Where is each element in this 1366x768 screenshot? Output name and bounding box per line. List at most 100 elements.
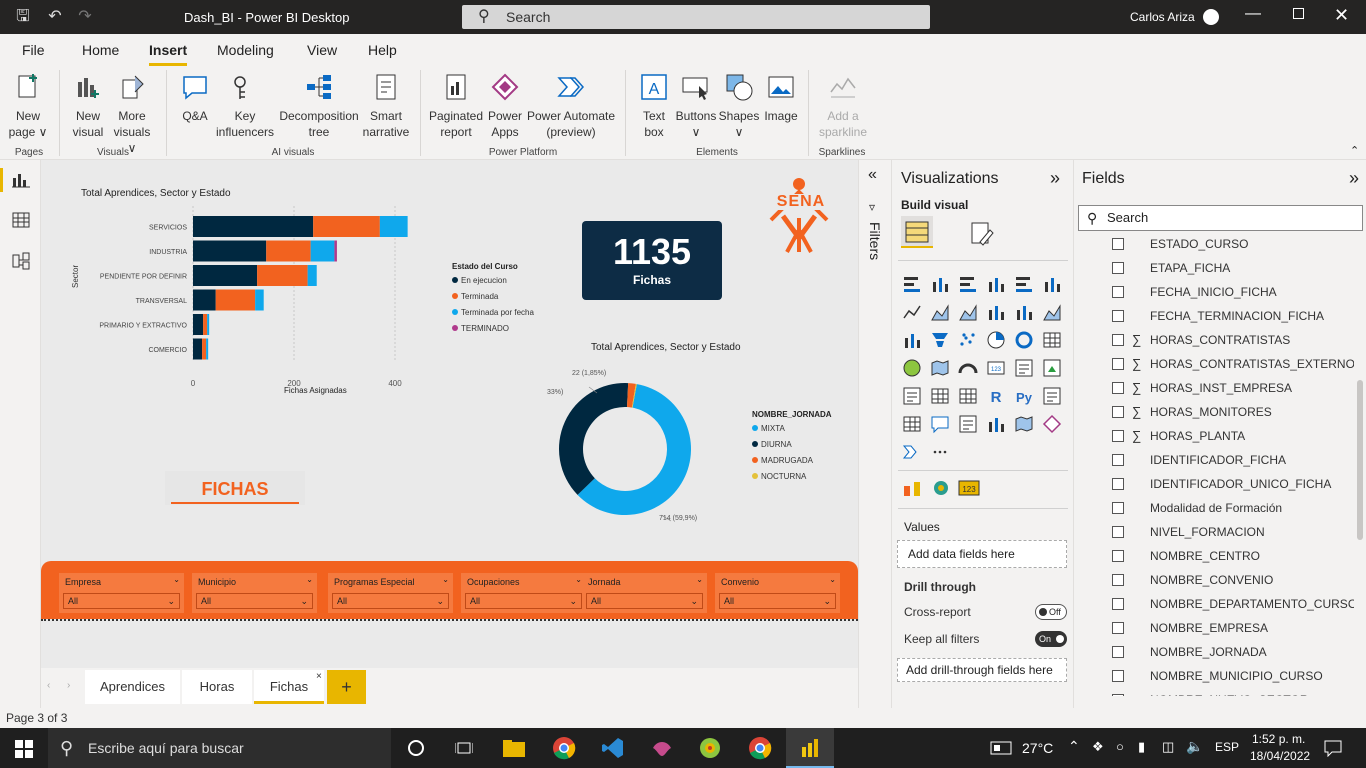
expand-filters-icon[interactable]: « bbox=[868, 166, 877, 184]
table-icon[interactable] bbox=[930, 386, 950, 406]
field-checkbox[interactable] bbox=[1112, 574, 1124, 586]
bar-segment[interactable] bbox=[193, 338, 203, 360]
smart-narrative-button[interactable]: Smart narrative bbox=[360, 72, 412, 140]
minimize-icon[interactable]: — bbox=[1245, 5, 1261, 23]
stacked-column-chart-icon[interactable] bbox=[930, 274, 950, 294]
tab-fichas[interactable]: Fichas × bbox=[254, 670, 324, 704]
stacked-area-chart-icon[interactable] bbox=[958, 302, 978, 322]
restore-icon[interactable] bbox=[1293, 8, 1304, 19]
line-clustered-column-icon[interactable] bbox=[1014, 302, 1034, 322]
field-item[interactable]: NOMBRE_EMPRESA bbox=[1074, 618, 1354, 640]
data-view-icon[interactable] bbox=[12, 212, 30, 228]
collapse-ribbon-icon[interactable]: ⌃ bbox=[1350, 144, 1359, 157]
tab-horas[interactable]: Horas bbox=[182, 670, 252, 704]
build-visual-tab[interactable] bbox=[901, 216, 933, 248]
taskbar-search[interactable]: ⚲ Escribe aquí para buscar bbox=[48, 728, 391, 768]
fields-scrollbar[interactable] bbox=[1357, 380, 1363, 540]
matrix-icon[interactable] bbox=[958, 386, 978, 406]
menu-insert[interactable]: Insert bbox=[149, 42, 188, 66]
field-item[interactable]: ∑ HORAS_CONTRATISTAS_EXTERNOS bbox=[1074, 354, 1354, 376]
bar-segment[interactable] bbox=[334, 240, 337, 262]
field-checkbox[interactable] bbox=[1112, 382, 1124, 394]
paginated-visual-icon[interactable] bbox=[986, 414, 1006, 434]
clustered-bar-chart-icon[interactable] bbox=[958, 274, 978, 294]
donut-slice[interactable] bbox=[559, 383, 629, 495]
bar-segment[interactable] bbox=[310, 240, 335, 262]
menu-help[interactable]: Help bbox=[368, 42, 397, 58]
menu-modeling[interactable]: Modeling bbox=[217, 42, 274, 58]
power-bi-taskbar-button[interactable] bbox=[786, 728, 834, 768]
slicer-dropdown[interactable]: All ⌄ bbox=[196, 593, 313, 609]
redo-icon[interactable]: ↷ bbox=[76, 8, 94, 26]
field-item[interactable]: IDENTIFICADOR_UNICO_FICHA bbox=[1074, 474, 1354, 496]
show-hidden-icons[interactable]: ⌃ bbox=[1068, 738, 1080, 755]
waterfall-chart-icon[interactable] bbox=[902, 330, 922, 350]
battery-icon[interactable]: ▮ bbox=[1138, 739, 1145, 755]
bar-segment[interactable] bbox=[313, 216, 380, 237]
more-visuals-icon[interactable] bbox=[930, 442, 950, 462]
bar-chart[interactable]: 0 200 400SERVICIOSINDUSTRIAPENDIENTE POR D… bbox=[81, 206, 461, 402]
custom-visual-icon[interactable] bbox=[930, 478, 952, 498]
text-box-button[interactable]: A Text box bbox=[636, 72, 672, 140]
report-view-icon[interactable] bbox=[12, 172, 30, 188]
kpi-icon[interactable] bbox=[1042, 358, 1062, 378]
field-item[interactable]: NOMBRE_JORNADA bbox=[1074, 642, 1354, 664]
cortana-icon[interactable] bbox=[408, 740, 424, 756]
field-item[interactable]: ∑ HORAS_MONITORES bbox=[1074, 402, 1354, 424]
paginated-report-button[interactable]: Paginated report bbox=[428, 72, 484, 140]
field-checkbox[interactable] bbox=[1112, 430, 1124, 442]
cross-report-toggle[interactable]: Off bbox=[1035, 604, 1067, 620]
bar-segment[interactable] bbox=[257, 265, 308, 286]
field-item[interactable]: ESTADO_CURSO bbox=[1074, 236, 1354, 256]
r-visual-icon[interactable]: R bbox=[986, 386, 1006, 406]
slicer-municipio[interactable]: Municipio ⌄ All ⌄ bbox=[192, 573, 317, 613]
bar-segment[interactable] bbox=[379, 216, 408, 237]
filled-map-icon[interactable] bbox=[930, 358, 950, 378]
funnel-chart-icon[interactable] bbox=[930, 330, 950, 350]
add-sparkline-button[interactable]: Add a sparkline bbox=[816, 72, 870, 140]
field-item[interactable]: NOMBRE_CENTRO bbox=[1074, 546, 1354, 568]
slicer-convenio[interactable]: Convenio ⌄ All ⌄ bbox=[715, 573, 840, 613]
image-button[interactable]: Image bbox=[762, 72, 800, 124]
field-item[interactable]: FECHA_INICIO_FICHA bbox=[1074, 282, 1354, 304]
field-item[interactable]: FECHA_TERMINACION_FICHA bbox=[1074, 306, 1354, 328]
tab-close-icon[interactable]: × bbox=[316, 660, 322, 694]
search-box[interactable]: ⚲ Search bbox=[462, 5, 930, 29]
meet-icon[interactable]: ○ bbox=[1116, 739, 1124, 754]
decomposition-tree-button[interactable]: Decomposition tree bbox=[277, 72, 361, 140]
field-checkbox[interactable] bbox=[1112, 310, 1124, 322]
kpi-card[interactable]: 1135 Fichas bbox=[582, 221, 722, 300]
temperature[interactable]: 27°C bbox=[1022, 740, 1053, 756]
slicer-empresa[interactable]: Empresa ⌄ All ⌄ bbox=[59, 573, 184, 613]
undo-icon[interactable]: ↶ bbox=[46, 8, 64, 26]
chrome-icon[interactable] bbox=[748, 736, 772, 760]
model-view-icon[interactable] bbox=[12, 252, 30, 270]
qna-button[interactable]: Q&A bbox=[176, 72, 214, 124]
report-canvas[interactable]: Total Aprendices, Sector y Estado Sector… bbox=[41, 160, 858, 668]
key-influencers-button[interactable]: Key influencers bbox=[214, 72, 276, 140]
avatar[interactable] bbox=[1203, 9, 1219, 25]
slicer-dropdown[interactable]: All ⌄ bbox=[586, 593, 703, 609]
field-checkbox[interactable] bbox=[1112, 526, 1124, 538]
keep-filters-toggle[interactable]: On bbox=[1035, 631, 1067, 647]
smart-narrative-icon[interactable] bbox=[958, 414, 978, 434]
format-visual-icon[interactable] bbox=[968, 220, 994, 248]
clustered-column-chart-icon[interactable] bbox=[986, 274, 1006, 294]
field-item[interactable]: NOMBRE_DEPARTAMENTO_CURSO bbox=[1074, 594, 1354, 616]
legend-item[interactable]: DIURNA bbox=[752, 440, 792, 449]
bar-segment[interactable] bbox=[203, 314, 208, 335]
qna-icon[interactable] bbox=[930, 414, 950, 434]
bar-segment[interactable] bbox=[206, 338, 209, 360]
power-automate-icon[interactable] bbox=[902, 442, 922, 462]
line-chart-icon[interactable] bbox=[902, 302, 922, 322]
clock-date[interactable]: 18/04/2022 bbox=[1250, 749, 1310, 763]
bar-segment[interactable] bbox=[193, 289, 216, 311]
field-checkbox[interactable] bbox=[1112, 358, 1124, 370]
field-checkbox[interactable] bbox=[1112, 334, 1124, 346]
tab-scroll-left-icon[interactable]: ‹ bbox=[47, 680, 50, 691]
vscode-icon[interactable] bbox=[601, 736, 625, 760]
filters-pane-collapsed[interactable]: « ▿ Filters bbox=[858, 160, 891, 708]
slicer-ocupaciones[interactable]: Ocupaciones ⌄ All ⌄ bbox=[461, 573, 586, 613]
legend-item[interactable]: MADRUGADA bbox=[752, 456, 813, 465]
bar-segment[interactable] bbox=[255, 289, 264, 311]
